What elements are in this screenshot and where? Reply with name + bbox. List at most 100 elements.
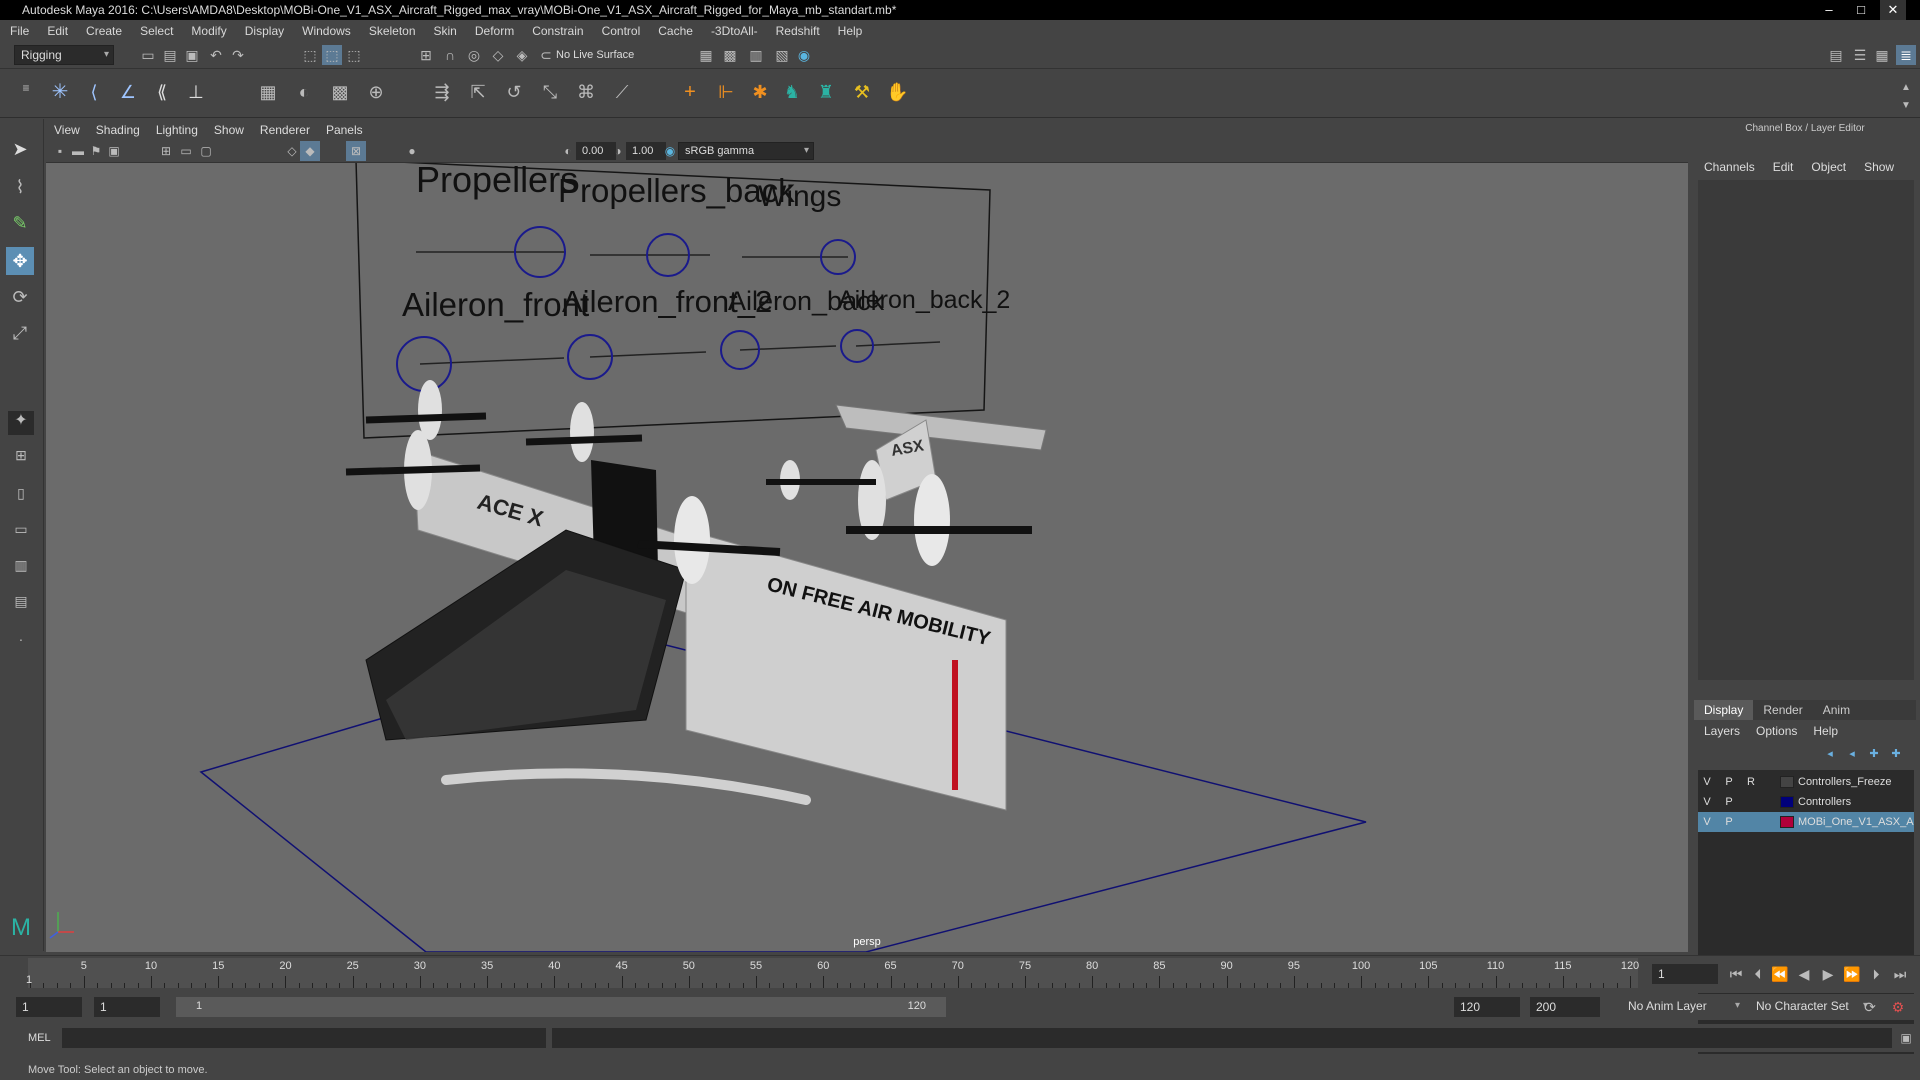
menu-windows[interactable]: Windows [302, 24, 351, 38]
pole-vector-icon[interactable]: ⟋ [612, 82, 632, 102]
anim-layer-dropdown[interactable]: No Anim Layer [1622, 997, 1744, 1017]
wireframe-icon[interactable]: ◇ [282, 141, 302, 161]
cb-menu-object[interactable]: Object [1811, 160, 1846, 180]
vp-menu-view[interactable]: View [54, 123, 80, 137]
snap-curve-icon[interactable]: ∩ [440, 45, 460, 65]
scale-constraint-icon[interactable]: ⤡ [540, 82, 560, 102]
range-bar[interactable]: 1 120 [176, 997, 946, 1017]
menu-redshift[interactable]: Redshift [776, 24, 820, 38]
ik-spline-icon[interactable]: ∠ [118, 82, 138, 102]
modeling-toolkit-icon[interactable]: ▤ [1826, 45, 1846, 65]
layer-reference[interactable]: R [1744, 772, 1758, 792]
bind-skin-icon[interactable]: ▦ [258, 82, 278, 102]
gamma-icon[interactable]: ◑ [608, 141, 628, 161]
lattice-icon[interactable]: ▩ [330, 82, 350, 102]
locator-icon[interactable]: + [680, 82, 700, 102]
layout-c-icon[interactable]: · [8, 629, 34, 655]
vp-menu-renderer[interactable]: Renderer [260, 123, 310, 137]
camera-select-icon[interactable]: ▪ [50, 141, 70, 161]
tab-anim[interactable]: Anim [1813, 700, 1860, 720]
step-back-key-icon[interactable]: ⏪ [1770, 964, 1790, 984]
menu-modify[interactable]: Modify [191, 24, 226, 38]
layer-color-swatch[interactable] [1780, 816, 1794, 828]
menu-constrain[interactable]: Constrain [532, 24, 583, 38]
ik-handle-icon[interactable]: ⟨ [84, 82, 104, 102]
move-layer-up-icon[interactable]: ◂ [1820, 744, 1840, 764]
script-editor-icon[interactable]: ▣ [1896, 1028, 1916, 1048]
menu-display[interactable]: Display [245, 24, 284, 38]
scene-canvas[interactable]: Propellers Propellers_back Wings Aileron… [46, 120, 1688, 952]
smooth-shade-icon[interactable]: ◆ [300, 141, 320, 161]
command-input[interactable] [62, 1028, 546, 1048]
layer-color-swatch[interactable] [1780, 796, 1794, 808]
persp-graph-icon[interactable]: ▭ [8, 519, 34, 545]
resolution-gate-icon[interactable]: ▢ [196, 141, 216, 161]
menu-create[interactable]: Create [86, 24, 122, 38]
maximize-button[interactable]: □ [1848, 0, 1874, 20]
menu-skeleton[interactable]: Skeleton [369, 24, 416, 38]
tab-display[interactable]: Display [1694, 700, 1754, 720]
rig-tool-icon[interactable]: ✋ [886, 82, 908, 102]
hypershade-icon[interactable]: ◉ [794, 45, 814, 65]
step-forward-key-icon[interactable]: ⏩ [1842, 964, 1862, 984]
grid-toggle-icon[interactable]: ⊞ [156, 141, 176, 161]
shelf-scroll-down-icon[interactable]: ▼ [1896, 96, 1916, 116]
layer-row[interactable]: V P R Controllers_Freeze [1698, 772, 1914, 792]
time-ruler[interactable]: 5 10 15 20 25 30 35 40 45 50 55 60 65 70 75 80 85 90 95 100… [28, 958, 1639, 988]
attribute-editor-icon[interactable]: ☰ [1850, 45, 1870, 65]
render-frame-icon[interactable]: ▦ [696, 45, 716, 65]
orient-constraint-icon[interactable]: ↺ [504, 82, 524, 102]
layer-playback[interactable]: P [1722, 792, 1736, 812]
joint-tool-icon[interactable]: ✳ [50, 82, 70, 102]
layer-row-selected[interactable]: V P MOBi_One_V1_ASX_Aircraft [1698, 812, 1914, 832]
layer-visibility[interactable]: V [1700, 812, 1714, 832]
layout-b-icon[interactable]: ▤ [8, 591, 34, 617]
four-view-icon[interactable]: ⊞ [8, 445, 34, 471]
joint-orient-icon[interactable]: ⊩ [716, 82, 736, 102]
new-scene-icon[interactable]: ▭ [138, 45, 158, 65]
play-backward-icon[interactable]: ◀ [1794, 964, 1814, 984]
select-hierarchy-icon[interactable]: ⬚ [300, 45, 320, 65]
snap-surface-icon[interactable]: ◈ [512, 45, 532, 65]
animation-prefs-icon[interactable]: ⚙ [1888, 997, 1908, 1017]
snap-view-icon[interactable]: ◇ [488, 45, 508, 65]
close-button[interactable]: ✕ [1880, 0, 1906, 20]
parent-constraint-icon[interactable]: ⌘ [576, 82, 596, 102]
menuset-dropdown[interactable]: Rigging [14, 45, 114, 65]
step-forward-frame-icon[interactable]: ⏵ [1866, 964, 1886, 984]
aircraft-model[interactable]: ON FREE AIR MOBILITY ACE X ASX [345, 380, 1047, 811]
le-menu-options[interactable]: Options [1756, 724, 1797, 738]
snap-magnet-icon[interactable]: ⊂ [536, 45, 556, 65]
menu-control[interactable]: Control [602, 24, 641, 38]
end-time-field[interactable]: 200 [1530, 997, 1600, 1017]
step-back-frame-icon[interactable]: ⏴ [1748, 964, 1768, 984]
current-frame-field[interactable]: 1 [1652, 964, 1718, 984]
vp-menu-panels[interactable]: Panels [326, 123, 363, 137]
new-layer-selected-icon[interactable]: ✚ [1886, 744, 1906, 764]
blend-shape-icon[interactable]: ⚒ [852, 82, 872, 102]
command-language-label[interactable]: MEL [28, 1032, 51, 1044]
persp-outliner-icon[interactable]: ▯ [8, 483, 34, 509]
lasso-tool-icon[interactable]: ⌇ [10, 177, 30, 197]
image-plane-icon[interactable]: ▣ [104, 141, 124, 161]
menu-skin[interactable]: Skin [434, 24, 457, 38]
minimize-button[interactable]: – [1816, 0, 1842, 20]
bookmark-icon[interactable]: ⚑ [86, 141, 106, 161]
camera-attributes-icon[interactable]: ▬ [68, 141, 88, 161]
move-tool-icon[interactable]: ✥ [6, 247, 34, 275]
menu-cache[interactable]: Cache [658, 24, 693, 38]
paint-select-icon[interactable]: ✎ [10, 213, 30, 233]
menu-edit[interactable]: Edit [47, 24, 68, 38]
undo-icon[interactable]: ↶ [206, 45, 226, 65]
open-scene-icon[interactable]: ▤ [160, 45, 180, 65]
color-management-icon[interactable]: ◉ [660, 141, 680, 161]
viewport-persp[interactable]: Propellers Propellers_back Wings Aileron… [46, 120, 1688, 952]
character-control-icon[interactable]: ♜ [816, 82, 836, 102]
snap-point-icon[interactable]: ◎ [464, 45, 484, 65]
tab-render[interactable]: Render [1753, 700, 1812, 720]
xray-icon[interactable]: ⊠ [346, 141, 366, 161]
layer-visibility[interactable]: V [1700, 792, 1714, 812]
select-tool-icon[interactable]: ➤ [10, 139, 30, 159]
play-forward-icon[interactable]: ▶ [1818, 964, 1838, 984]
playback-start-field[interactable]: 1 [94, 997, 160, 1017]
